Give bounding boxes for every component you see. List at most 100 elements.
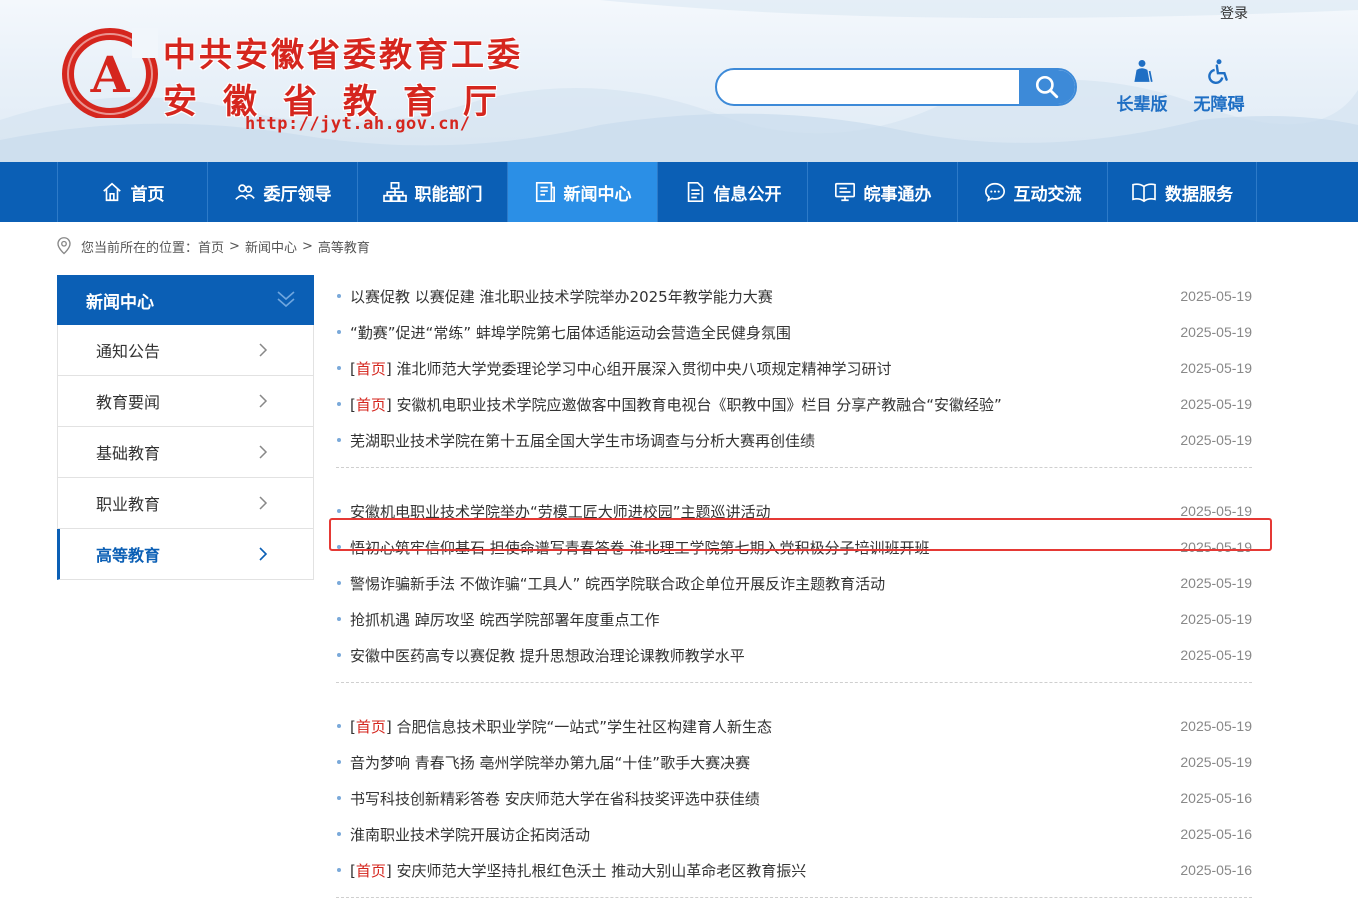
search-box bbox=[715, 68, 1077, 106]
svg-text:A: A bbox=[90, 45, 131, 104]
news-date: 2025-05-19 bbox=[1180, 324, 1252, 340]
news-date: 2025-05-19 bbox=[1180, 360, 1252, 376]
wheelchair-icon bbox=[1208, 59, 1228, 84]
news-title-text: 安徽机电职业技术学院应邀做客中国教育电视台《职教中国》栏目 分享产教融合“安徽经… bbox=[396, 395, 1002, 414]
news-item[interactable]: [首页] 淮北师范大学党委理论学习中心组开展深入贯彻中央八项规定精神学习研讨 20… bbox=[336, 350, 1252, 386]
elder-icon bbox=[1134, 59, 1153, 83]
news-title-text: “勤赛”促进“常练” 蚌埠学院第七届体适能运动会营造全民健身氛围 bbox=[350, 323, 791, 342]
news-item[interactable]: 书写科技创新精彩答卷 安庆师范大学在省科技奖评选中获佳绩 2025-05-16 bbox=[336, 780, 1252, 816]
news-title-text: 淮南职业技术学院开展访企拓岗活动 bbox=[350, 825, 591, 844]
nav-item-leaders[interactable]: 委厅领导 bbox=[207, 162, 357, 222]
breadcrumb-higher-education[interactable]: 高等教育 bbox=[318, 237, 370, 256]
login-link[interactable]: 登录 bbox=[1220, 3, 1248, 23]
breadcrumb-home[interactable]: 首页 bbox=[198, 237, 224, 256]
nav-item-data-services[interactable]: 数据服务 bbox=[1107, 162, 1257, 222]
search-button[interactable] bbox=[1019, 70, 1075, 104]
bullet-icon bbox=[337, 868, 341, 872]
bullet-icon bbox=[337, 402, 341, 406]
news-title-text: 合肥信息技术职业学院“一站式”学生社区构建育人新生态 bbox=[396, 717, 773, 736]
news-title[interactable]: 抢抓机遇 踔厉攻坚 皖西学院部署年度重点工作 bbox=[350, 609, 660, 630]
sidebar-item-vocational-education[interactable]: 职业教育 bbox=[57, 478, 314, 529]
news-group: 安徽机电职业技术学院举办“劳模工匠大师进校园”主题巡讲活动 2025-05-19 悟… bbox=[336, 493, 1252, 683]
news-title[interactable]: [首页] 合肥信息技术职业学院“一站式”学生社区构建育人新生态 bbox=[350, 716, 772, 737]
bullet-icon bbox=[337, 653, 341, 657]
news-list: 以赛促教 以赛促建 淮北职业技术学院举办2025年教学能力大赛 2025-05-1… bbox=[336, 278, 1252, 923]
bullet-icon bbox=[337, 796, 341, 800]
news-item[interactable]: 警惕诈骗新手法 不做诈骗“工具人” 皖西学院联合政企单位开展反诈主题教育活动 20… bbox=[336, 565, 1252, 601]
sidebar-item-education-news[interactable]: 教育要闻 bbox=[57, 376, 314, 427]
bullet-icon bbox=[337, 330, 341, 334]
nav-label: 新闻中心 bbox=[563, 184, 632, 205]
nav-item-info-disclosure[interactable]: 信息公开 bbox=[657, 162, 807, 222]
site-header: 登录 A 中共安徽省委教育工委 安徽省教育厅 http://jyt.ah.gov… bbox=[0, 0, 1358, 162]
nav-label: 信息公开 bbox=[713, 184, 782, 205]
news-title[interactable]: 安徽中医药高专以赛促教 提升思想政治理论课教师教学水平 bbox=[350, 645, 745, 666]
nav-item-home[interactable]: 首页 bbox=[57, 162, 207, 222]
news-tag: 首页 bbox=[355, 861, 386, 880]
news-title-text: 以赛促教 以赛促建 淮北职业技术学院举办2025年教学能力大赛 bbox=[350, 287, 773, 306]
breadcrumb-news-center[interactable]: 新闻中心 bbox=[245, 237, 297, 256]
chevron-right-icon bbox=[259, 343, 268, 357]
leaders-icon bbox=[234, 184, 255, 200]
bullet-icon bbox=[337, 294, 341, 298]
sidebar-item-basic-education[interactable]: 基础教育 bbox=[57, 427, 314, 478]
sidebar-item-label: 教育要闻 bbox=[96, 393, 161, 412]
news-title[interactable]: “勤赛”促进“常练” 蚌埠学院第七届体适能运动会营造全民健身氛围 bbox=[350, 322, 791, 343]
tag-bracket: ] bbox=[385, 861, 397, 880]
news-title[interactable]: 音为梦响 青春飞扬 亳州学院举办第九届“十佳”歌手大赛决赛 bbox=[350, 752, 750, 773]
tag-bracket: ] bbox=[385, 395, 397, 414]
home-icon bbox=[102, 182, 121, 202]
monitor-icon bbox=[834, 182, 855, 202]
news-title[interactable]: 警惕诈骗新手法 不做诈骗“工具人” 皖西学院联合政企单位开展反诈主题教育活动 bbox=[350, 573, 885, 594]
news-item[interactable]: 抢抓机遇 踔厉攻坚 皖西学院部署年度重点工作 2025-05-19 bbox=[336, 601, 1252, 637]
breadcrumb-prefix: 您当前所在的位置： bbox=[81, 240, 199, 256]
news-date: 2025-05-19 bbox=[1180, 647, 1252, 663]
news-title[interactable]: 淮南职业技术学院开展访企拓岗活动 bbox=[350, 824, 590, 845]
news-title-text: 悟初心筑牢信仰基石 担使命谱写青春答卷 淮北理工学院第七期入党积极分子培训班开班 bbox=[350, 538, 930, 557]
news-date: 2025-05-19 bbox=[1180, 288, 1252, 304]
news-item[interactable]: 音为梦响 青春飞扬 亳州学院举办第九届“十佳”歌手大赛决赛 2025-05-19 bbox=[336, 744, 1252, 780]
nav-item-interaction[interactable]: 互动交流 bbox=[957, 162, 1107, 222]
nav-item-services[interactable]: 皖事通办 bbox=[807, 162, 957, 222]
bullet-icon bbox=[337, 438, 341, 442]
news-group: [首页] 合肥信息技术职业学院“一站式”学生社区构建育人新生态 2025-05-1… bbox=[336, 708, 1252, 898]
chevron-right-icon bbox=[259, 496, 268, 510]
nav-item-departments[interactable]: 职能部门 bbox=[357, 162, 507, 222]
news-date: 2025-05-19 bbox=[1180, 432, 1252, 448]
news-item[interactable]: 悟初心筑牢信仰基石 担使命谱写青春答卷 淮北理工学院第七期入党积极分子培训班开班… bbox=[336, 529, 1252, 565]
news-item[interactable]: [首页] 安徽机电职业技术学院应邀做客中国教育电视台《职教中国》栏目 分享产教融… bbox=[336, 386, 1252, 422]
news-date: 2025-05-19 bbox=[1180, 754, 1252, 770]
news-item[interactable]: [首页] 合肥信息技术职业学院“一站式”学生社区构建育人新生态 2025-05-1… bbox=[336, 708, 1252, 744]
search-input[interactable] bbox=[731, 70, 1025, 104]
sidebar-item-notices[interactable]: 通知公告 bbox=[57, 325, 314, 376]
news-item[interactable]: 安徽机电职业技术学院举办“劳模工匠大师进校园”主题巡讲活动 2025-05-19 bbox=[336, 493, 1252, 529]
elder-mode-button[interactable]: 长辈版 bbox=[1112, 58, 1172, 115]
news-title[interactable]: [首页] 淮北师范大学党委理论学习中心组开展深入贯彻中央八项规定精神学习研讨 bbox=[350, 358, 892, 379]
news-title[interactable]: 安徽机电职业技术学院举办“劳模工匠大师进校园”主题巡讲活动 bbox=[350, 501, 771, 522]
search-icon bbox=[1035, 75, 1059, 99]
news-item[interactable]: 淮南职业技术学院开展访企拓岗活动 2025-05-16 bbox=[336, 816, 1252, 852]
news-date: 2025-05-19 bbox=[1180, 539, 1252, 555]
news-title[interactable]: 悟初心筑牢信仰基石 担使命谱写青春答卷 淮北理工学院第七期入党积极分子培训班开班 bbox=[350, 537, 930, 558]
news-item[interactable]: 安徽中医药高专以赛促教 提升思想政治理论课教师教学水平 2025-05-19 bbox=[336, 637, 1252, 673]
news-group: 以赛促教 以赛促建 淮北职业技术学院举办2025年教学能力大赛 2025-05-1… bbox=[336, 278, 1252, 468]
main-nav: 首页 委厅领导 职能部门 新闻中心 信息公开 皖事通办 互动交流 数据服务 bbox=[0, 162, 1358, 222]
nav-item-news[interactable]: 新闻中心 bbox=[507, 162, 657, 222]
news-title[interactable]: [首页] 安徽机电职业技术学院应邀做客中国教育电视台《职教中国》栏目 分享产教融… bbox=[350, 394, 1002, 415]
site-url: http://jyt.ah.gov.cn/ bbox=[245, 114, 471, 134]
news-title[interactable]: 书写科技创新精彩答卷 安庆师范大学在省科技奖评选中获佳绩 bbox=[350, 788, 760, 809]
news-date: 2025-05-16 bbox=[1180, 826, 1252, 842]
nav-label: 首页 bbox=[130, 184, 165, 205]
news-title[interactable]: [首页] 安庆师范大学坚持扎根红色沃土 推动大别山革命老区教育振兴 bbox=[350, 860, 806, 881]
bullet-icon bbox=[337, 545, 341, 549]
news-item[interactable]: “勤赛”促进“常练” 蚌埠学院第七届体适能运动会营造全民健身氛围 2025-05-… bbox=[336, 314, 1252, 350]
news-item[interactable]: 芜湖职业技术学院在第十五届全国大学生市场调查与分析大赛再创佳绩 2025-05-1… bbox=[336, 422, 1252, 458]
news-title[interactable]: 以赛促教 以赛促建 淮北职业技术学院举办2025年教学能力大赛 bbox=[350, 286, 773, 307]
accessibility-button[interactable]: 无障碍 bbox=[1189, 58, 1249, 115]
news-title[interactable]: 芜湖职业技术学院在第十五届全国大学生市场调查与分析大赛再创佳绩 bbox=[350, 430, 815, 451]
news-item[interactable]: [首页] 安庆师范大学坚持扎根红色沃土 推动大别山革命老区教育振兴 2025-05… bbox=[336, 852, 1252, 888]
breadcrumb: 您当前所在的位置： 首页 > 新闻中心 > 高等教育 bbox=[55, 236, 370, 256]
news-tag: 首页 bbox=[355, 717, 386, 736]
sidebar-item-higher-education[interactable]: 高等教育 bbox=[57, 529, 314, 580]
news-item[interactable]: 以赛促教 以赛促建 淮北职业技术学院举办2025年教学能力大赛 2025-05-1… bbox=[336, 278, 1252, 314]
